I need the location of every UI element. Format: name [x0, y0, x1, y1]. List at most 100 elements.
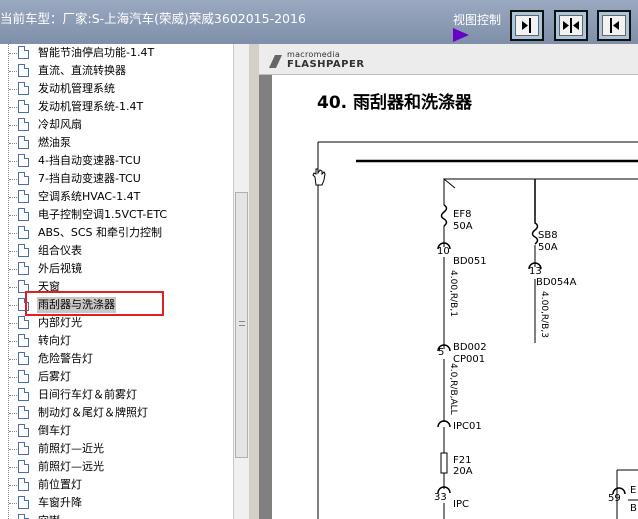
tree-item-label: 转向灯: [38, 334, 71, 347]
tree-item-label: 直流、直流转换器: [38, 64, 126, 77]
brand-large: FLASHPAPER: [287, 59, 365, 70]
bd002-label: BD002: [453, 342, 487, 353]
tree-item-label: 后雾灯: [38, 370, 71, 383]
tree-item[interactable]: 发动机管理系统-1.4T: [0, 98, 233, 116]
split-view-icon: [559, 15, 583, 36]
bd051-label: BD051: [453, 256, 487, 267]
wire-label-3: 4.0,R/B,ALL: [448, 363, 458, 415]
vehicle-title: 当前车型：厂家:S-上海汽车(荣威)荣威3602015-2016: [0, 11, 306, 26]
tree-item-label: 危险警告灯: [38, 352, 93, 365]
tree-item[interactable]: 倒车灯: [0, 422, 233, 440]
tree-item-label: 前照灯—近光: [38, 442, 104, 455]
selection-highlight-box: [25, 291, 164, 316]
tree-scrollbar[interactable]: [233, 44, 249, 519]
pin-5: 5: [438, 347, 445, 358]
tree-connector: [9, 305, 17, 306]
document-icon: [18, 478, 29, 491]
panel-splitter[interactable]: [249, 44, 259, 519]
document-icon: [18, 424, 29, 437]
document-icon: [18, 82, 29, 95]
document-icon: [18, 154, 29, 167]
tree-item[interactable]: 车窗升降: [0, 494, 233, 512]
document-icon: [18, 46, 29, 59]
tree-item[interactable]: 电子控制空调1.5VCT-ETC: [0, 206, 233, 224]
tree-item-label: ABS、SCS 和牵引力控制: [38, 226, 163, 239]
document-icon: [18, 352, 29, 365]
tree-item[interactable]: 燃油泵: [0, 134, 233, 152]
tree-connector: [9, 503, 17, 504]
tree-item-label: 制动灯＆尾灯＆牌照灯: [38, 406, 148, 419]
document-icon: [18, 262, 29, 275]
ipc-label: IPC: [453, 499, 469, 510]
tree-item-label: 倒车灯: [38, 424, 71, 437]
tree-connector: [9, 125, 17, 126]
scrollbar-thumb[interactable]: [235, 192, 248, 458]
document-icon: [18, 244, 29, 257]
right-e-label: E: [630, 485, 637, 496]
view-control-label: 视图控制: [453, 13, 502, 27]
pin-13: 13: [529, 266, 542, 277]
tree-connector: [9, 251, 17, 252]
tree-item[interactable]: 前照灯—远光: [0, 458, 233, 476]
top-bar: 当前车型：厂家:S-上海汽车(荣威)荣威3602015-2016 视图控制: [0, 0, 638, 44]
tree-item-label: 发动机管理系统: [38, 82, 115, 95]
brand-small: macromedia: [287, 50, 341, 59]
document-icon: [18, 172, 29, 185]
document-icon: [18, 118, 29, 131]
collapse-right-icon: [602, 15, 626, 36]
tree-item[interactable]: 冷却风扇: [0, 116, 233, 134]
tree-item-label: 内部灯光: [38, 316, 82, 329]
document-icon: [18, 208, 29, 221]
tree-item[interactable]: 直流、直流转换器: [0, 62, 233, 80]
tree-item[interactable]: 外后视镜: [0, 260, 233, 278]
document-icon: [18, 496, 29, 509]
collapse-left-button[interactable]: [510, 10, 544, 41]
wire-label-1: 4.00,R/B,1: [448, 270, 458, 317]
tree-item[interactable]: 发动机管理系统: [0, 80, 233, 98]
tree-item[interactable]: 前位置灯: [0, 476, 233, 494]
document-icon: [18, 514, 29, 519]
document-icon: [18, 370, 29, 383]
tree-item[interactable]: ABS、SCS 和牵引力控制: [0, 224, 233, 242]
tree-connector: [9, 467, 17, 468]
tree-item-label: 电子控制空调1.5VCT-ETC: [38, 208, 168, 221]
tree-connector: [9, 269, 17, 270]
ef8-label: EF8: [453, 209, 472, 220]
document-icon: [18, 136, 29, 149]
tree-item[interactable]: 转向灯: [0, 332, 233, 350]
pin-10: 10: [437, 246, 450, 257]
tree-item-label: 空喇: [38, 513, 60, 519]
tree-item[interactable]: 后雾灯: [0, 368, 233, 386]
tree-item-label: 空调系统HVAC-1.4T: [38, 190, 141, 203]
tree-connector: [9, 359, 17, 360]
split-view-button[interactable]: [554, 10, 588, 41]
tree-item[interactable]: 日间行车灯＆前雾灯: [0, 386, 233, 404]
tree-item-label: 前照灯—远光: [38, 460, 104, 473]
tree-item[interactable]: 组合仪表: [0, 242, 233, 260]
bd054a-label: BD054A: [536, 277, 577, 288]
tree-item[interactable]: 4-挡自动变速器-TCU: [0, 152, 233, 170]
tree-item[interactable]: 制动灯＆尾灯＆牌照灯: [0, 404, 233, 422]
tree-item[interactable]: 智能节油停启功能-1.4T: [0, 44, 233, 62]
circuit-tree: 智能节油停启功能-1.4T 直流、直流转换器 发动机管理系统发动机管理系统-1.4T…: [0, 44, 233, 519]
tree-item-label: 7-挡自动变速器-TCU: [38, 172, 141, 185]
document-icon: [18, 100, 29, 113]
tree-item[interactable]: 危险警告灯: [0, 350, 233, 368]
tree-item[interactable]: 内部灯光: [0, 314, 233, 332]
document-icon: [18, 226, 29, 239]
play-icon: [453, 28, 469, 42]
tree-item[interactable]: 7-挡自动变速器-TCU: [0, 170, 233, 188]
tree-item-label: 车窗升降: [38, 496, 82, 509]
tree-connector: [9, 485, 17, 486]
tree-connector: [9, 143, 17, 144]
sb8-label: SB8: [538, 230, 558, 241]
tree-item[interactable]: 前照灯—近光: [0, 440, 233, 458]
collapse-right-button[interactable]: [597, 10, 631, 41]
tree-item[interactable]: 空喇: [0, 512, 233, 519]
document-page: 40. 雨刮器和洗涤器 EF8 50A 10 BD051 4.00,R/B,1 …: [272, 75, 638, 519]
tree-connector: [9, 71, 17, 72]
tree-item-label: 发动机管理系统-1.4T: [38, 100, 144, 113]
tree-connector: [9, 89, 17, 90]
pin-33: 33: [434, 492, 447, 503]
tree-item[interactable]: 空调系统HVAC-1.4T: [0, 188, 233, 206]
